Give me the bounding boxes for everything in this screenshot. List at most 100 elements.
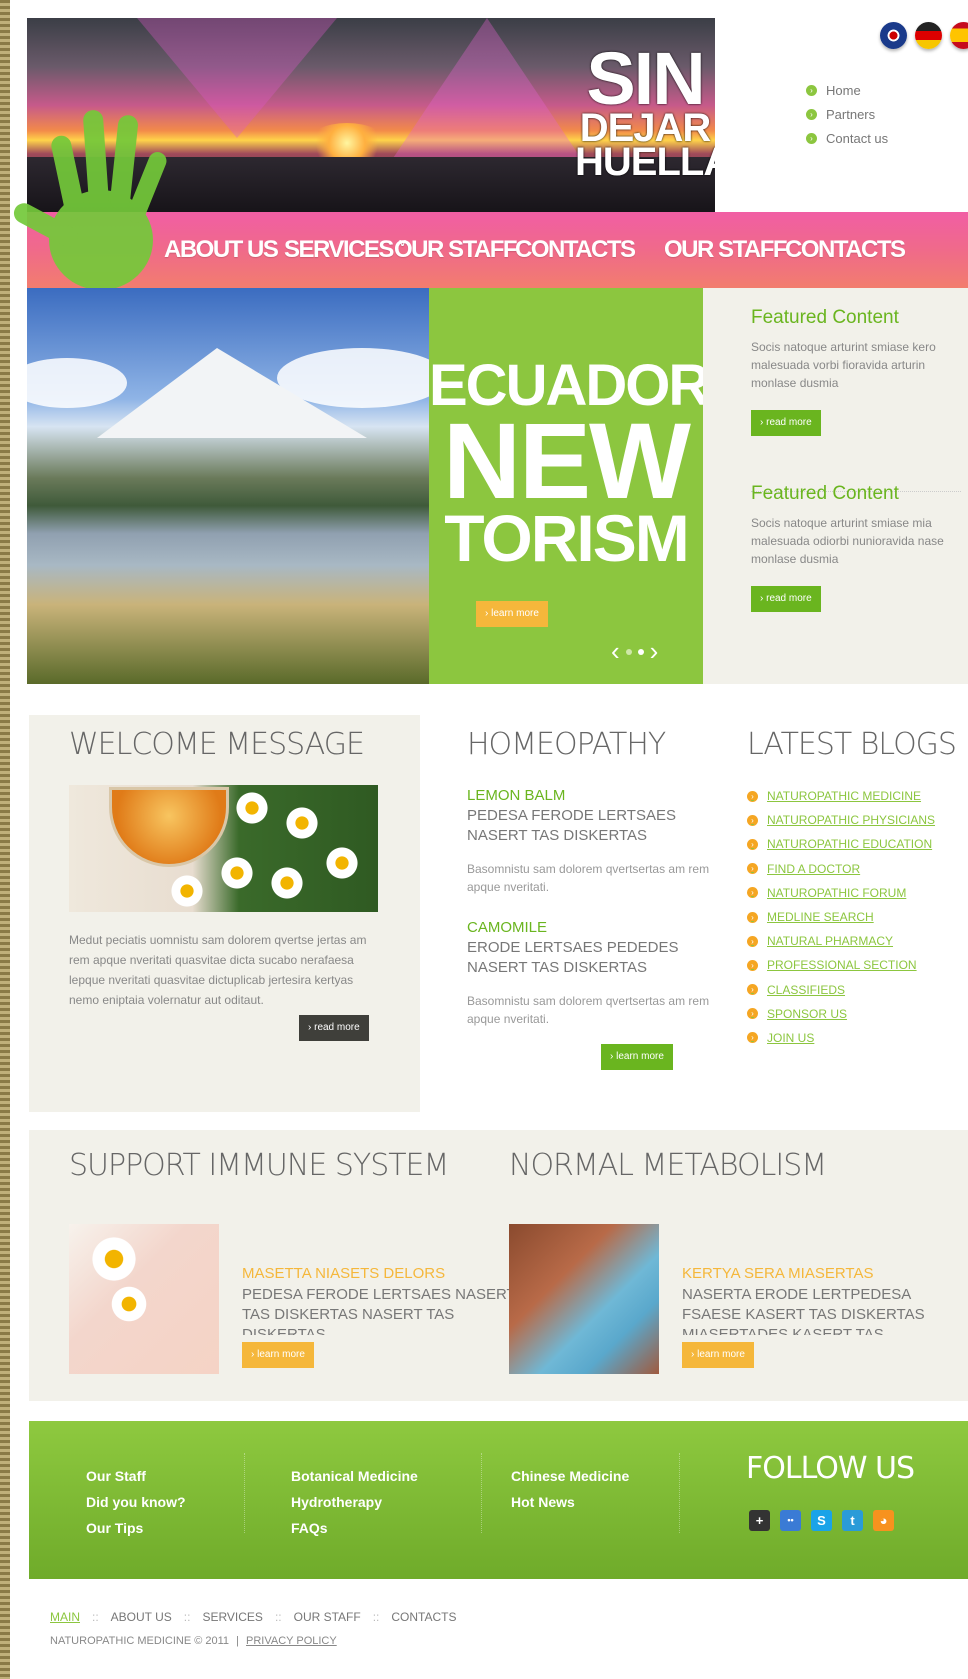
slider-dot-active[interactable]: [637, 648, 644, 655]
footer-link[interactable]: Chinese Medicine: [511, 1463, 629, 1489]
featured-title[interactable]: Featured Content: [751, 307, 956, 329]
bottom-nav-our-staff[interactable]: OUR STAFF: [294, 1610, 361, 1624]
language-selector: [880, 22, 968, 49]
top-nav-item-partners[interactable]: › Partners: [806, 102, 888, 126]
latest-blogs-title: LATEST BLOGS: [747, 727, 957, 762]
german-flag-icon[interactable]: [915, 22, 942, 49]
daisy-decoration: [219, 855, 255, 891]
chevron-left-icon[interactable]: ‹: [611, 636, 620, 667]
metabolism-item-title[interactable]: KERTYA SERA MIASERTAS: [682, 1265, 873, 1282]
support-immune-title: SUPPORT IMMUNE SYSTEM: [69, 1148, 449, 1183]
privacy-policy-link[interactable]: PRIVACY POLICY: [246, 1635, 337, 1647]
support-item-text: PEDESA FERODE LERTSAES NASERT TAS DISKER…: [242, 1286, 516, 1335]
google-plus-icon[interactable]: +: [749, 1510, 770, 1531]
blog-link[interactable]: › NATUROPATHIC EDUCATION: [747, 832, 968, 856]
menu-item-services[interactable]: SERVICES ˅: [284, 236, 406, 264]
menu-item-label: SERVICES: [284, 236, 394, 263]
support-section: SUPPORT IMMUNE SYSTEM MASETTA NIASETS DE…: [29, 1130, 968, 1401]
blog-link[interactable]: › SPONSOR US: [747, 1002, 968, 1026]
blog-link-label: NATUROPATHIC FORUM: [767, 885, 907, 900]
blog-link-label: NATUROPATHIC EDUCATION: [767, 837, 933, 852]
arrow-bullet-icon: ›: [747, 935, 758, 947]
bottom-nav-separator: ::: [372, 1610, 380, 1624]
arrow-bullet-icon: ›: [747, 911, 758, 923]
top-nav: › Home › Partners › Contact us: [806, 78, 888, 150]
blog-link-label: PROFESSIONAL SECTION: [767, 958, 917, 973]
logo-line-1: SIN: [586, 37, 705, 120]
homeopathy-learn-more-button[interactable]: › learn more: [601, 1044, 673, 1070]
top-nav-label: Home: [826, 82, 861, 98]
metabolism-item-text: NASERTA ERODE LERTPEDESA FSAESE KASERT T…: [682, 1286, 925, 1335]
featured-text: Socis natoque arturint smiase kero males…: [751, 340, 936, 390]
bottom-nav-contacts[interactable]: CONTACTS: [391, 1610, 456, 1624]
blog-link[interactable]: › NATUROPATHIC FORUM: [747, 881, 968, 905]
bottom-nav-main[interactable]: MAIN: [50, 1610, 80, 1624]
blog-link[interactable]: › NATUROPATHIC PHYSICIANS: [747, 808, 968, 832]
blog-link[interactable]: › JOIN US: [747, 1026, 968, 1050]
featured-read-more-button[interactable]: › read more: [751, 410, 821, 436]
blog-link[interactable]: › PROFESSIONAL SECTION: [747, 953, 968, 977]
blog-link[interactable]: › CLASSIFIEDS: [747, 978, 968, 1002]
support-item-title[interactable]: MASETTA NIASETS DELORS: [242, 1265, 445, 1282]
follow-us-title: FOLLOW US: [746, 1451, 915, 1486]
featured-title[interactable]: Featured Content: [751, 483, 956, 505]
arrow-bullet-icon: ›: [747, 887, 758, 899]
homeopathy-item-title[interactable]: LEMON BALM: [467, 786, 712, 806]
footer-link[interactable]: Botanical Medicine: [291, 1463, 418, 1489]
blog-link-label: JOIN US: [767, 1030, 815, 1045]
spanish-flag-icon[interactable]: [950, 22, 968, 49]
footer-link[interactable]: Did you know?: [86, 1489, 186, 1515]
footer-link[interactable]: Our Staff: [86, 1463, 186, 1489]
bottom-nav-separator: ::: [92, 1610, 99, 1624]
english-flag-icon[interactable]: [880, 22, 907, 49]
top-nav-item-contact[interactable]: › Contact us: [806, 126, 888, 150]
homeopathy-item-title[interactable]: CAMOMILE: [467, 918, 712, 938]
blog-link-label: FIND A DOCTOR: [767, 861, 861, 876]
welcome-read-more-button[interactable]: › read more: [299, 1015, 369, 1041]
normal-metabolism-block: NORMAL METABOLISM KERTYA SERA MIASERTAS …: [509, 1148, 959, 1374]
menu-item-contacts-2[interactable]: CONTACTS: [785, 236, 906, 264]
skype-icon[interactable]: S: [811, 1510, 832, 1531]
slider-headline: ECUADOR NEW TORISM: [429, 356, 710, 571]
social-icons: + •• S t ◕: [749, 1510, 894, 1531]
slider-learn-more-button[interactable]: › learn more: [476, 601, 548, 627]
rss-icon[interactable]: ◕: [873, 1510, 894, 1531]
menu-item-our-staff-2[interactable]: OUR STAFF: [664, 236, 788, 264]
metabolism-learn-more-button[interactable]: › learn more: [682, 1342, 754, 1368]
daisy-decoration: [324, 845, 360, 881]
blog-link-label: NATUROPATHIC PHYSICIANS: [767, 813, 936, 828]
footer-link[interactable]: Hydrotherapy: [291, 1489, 418, 1515]
blog-link[interactable]: › MEDLINE SEARCH: [747, 905, 968, 929]
blog-link[interactable]: › NATURAL PHARMACY: [747, 929, 968, 953]
bottom-nav-about-us[interactable]: ABOUT US: [111, 1610, 172, 1624]
arrow-bullet-icon: ›: [747, 790, 758, 802]
menu-item-our-staff[interactable]: OUR STAFF: [394, 236, 518, 264]
daisy-decoration: [234, 790, 270, 826]
support-immune-block: SUPPORT IMMUNE SYSTEM MASETTA NIASETS DE…: [69, 1148, 519, 1374]
support-learn-more-button[interactable]: › learn more: [242, 1342, 314, 1368]
blog-link-label: CLASSIFIEDS: [767, 982, 846, 997]
blog-link-label: NATURAL PHARMACY: [767, 934, 894, 949]
featured-read-more-button[interactable]: › read more: [751, 586, 821, 612]
welcome-title: WELCOME MESSAGE: [69, 727, 365, 762]
flickr-icon[interactable]: ••: [780, 1510, 801, 1531]
footer-link[interactable]: FAQs: [291, 1515, 418, 1541]
bottom-nav-services[interactable]: SERVICES: [202, 1610, 262, 1624]
menu-item-contacts[interactable]: CONTACTS: [515, 236, 636, 264]
site-logo[interactable]: SIN DEJAR HUELLA: [575, 37, 715, 182]
arrow-bullet-icon: ›: [747, 984, 758, 996]
arrow-bullet-icon: ›: [747, 959, 758, 971]
homeopathy-title: HOMEOPATHY: [467, 727, 666, 762]
twitter-icon[interactable]: t: [842, 1510, 863, 1531]
featured-content-panel: Featured Content Socis natoque arturint …: [703, 288, 968, 684]
blog-link[interactable]: › FIND A DOCTOR: [747, 857, 968, 881]
footer-link[interactable]: Hot News: [511, 1489, 629, 1515]
blog-link[interactable]: › NATUROPATHIC MEDICINE: [747, 784, 968, 808]
homeopathy-item-text: Basomnistu sam dolorem qvertsertas am re…: [467, 862, 710, 894]
slider-dot[interactable]: [625, 648, 632, 655]
chevron-right-icon[interactable]: ›: [650, 636, 659, 667]
bottom-nav-separator: ::: [274, 1610, 282, 1624]
top-nav-item-home[interactable]: › Home: [806, 78, 888, 102]
footer-link[interactable]: Our Tips: [86, 1515, 186, 1541]
arrow-bullet-icon: ›: [747, 838, 758, 850]
